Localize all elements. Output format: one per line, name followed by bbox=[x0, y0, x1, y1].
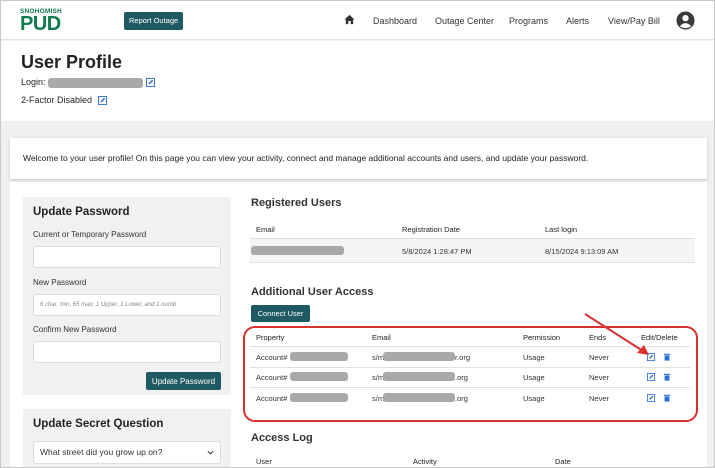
secret-question-title: Update Secret Question bbox=[33, 418, 164, 430]
home-icon[interactable] bbox=[344, 14, 355, 25]
log-header-date: Date bbox=[555, 457, 571, 466]
nav-alerts[interactable]: Alerts bbox=[566, 16, 589, 26]
logo-main-text: PUD bbox=[20, 13, 61, 35]
registered-users-title: Registered Users bbox=[251, 197, 342, 209]
nav-programs[interactable]: Programs bbox=[509, 16, 548, 26]
reg-last-login: 8/15/2024 9:13:09 AM bbox=[545, 247, 619, 256]
reg-header-email: Email bbox=[256, 225, 275, 234]
app-window: SNOHOMISH PUD Report Outage Dashboard Ou… bbox=[0, 0, 715, 468]
confirm-password-label: Confirm New Password bbox=[33, 325, 117, 334]
log-header-activity: Activity bbox=[413, 457, 437, 466]
welcome-text: Welcome to your user profile! On this pa… bbox=[23, 153, 589, 163]
connect-user-button[interactable]: Connect User bbox=[251, 305, 310, 322]
reg-registration-date: 5/8/2024 1:28:47 PM bbox=[402, 247, 472, 256]
log-header-user: User bbox=[256, 457, 272, 466]
update-password-button[interactable]: Update Password bbox=[146, 372, 221, 390]
access-log-title: Access Log bbox=[251, 432, 313, 444]
snohomish-pud-logo[interactable]: SNOHOMISH PUD bbox=[20, 8, 62, 35]
new-password-label: New Password bbox=[33, 278, 87, 287]
current-password-input[interactable] bbox=[33, 246, 221, 268]
two-factor-status: 2-Factor Disabled bbox=[21, 95, 93, 105]
redacted-login bbox=[48, 77, 144, 88]
reg-header-registration: Registration Date bbox=[402, 225, 460, 234]
secret-question-select[interactable]: What street did you grow up on? bbox=[33, 441, 221, 464]
login-row: Login: bbox=[21, 77, 155, 88]
edit-login-icon[interactable] bbox=[145, 78, 155, 88]
login-label: Login: bbox=[21, 77, 46, 87]
user-account-icon[interactable] bbox=[676, 11, 695, 30]
nav-outage-center[interactable]: Outage Center bbox=[435, 16, 494, 26]
divider bbox=[250, 262, 695, 263]
report-outage-button[interactable]: Report Outage bbox=[124, 12, 184, 30]
update-password-title: Update Password bbox=[33, 206, 130, 218]
annotation-arrow-icon bbox=[584, 313, 649, 355]
page-title: User Profile bbox=[21, 52, 123, 72]
edit-two-factor-icon[interactable] bbox=[97, 96, 107, 106]
redacted-email bbox=[251, 246, 344, 255]
new-password-input[interactable]: 6 char. min, 65 max; 1 Upper, 1 Lower, a… bbox=[33, 294, 221, 316]
additional-user-access-title: Additional User Access bbox=[251, 286, 374, 298]
confirm-password-input[interactable] bbox=[33, 341, 221, 363]
chevron-down-icon bbox=[207, 450, 214, 455]
nav-dashboard[interactable]: Dashboard bbox=[373, 16, 417, 26]
top-nav-bar: SNOHOMISH PUD Report Outage Dashboard Ou… bbox=[1, 1, 714, 40]
two-factor-row: 2-Factor Disabled bbox=[21, 95, 107, 106]
current-password-label: Current or Temporary Password bbox=[33, 230, 147, 239]
secret-question-value: What street did you grow up on? bbox=[40, 447, 163, 457]
welcome-banner: Welcome to your user profile! On this pa… bbox=[10, 138, 707, 179]
reg-header-last-login: Last login bbox=[545, 225, 578, 234]
nav-view-pay-bill[interactable]: View/Pay Bill bbox=[608, 16, 660, 26]
